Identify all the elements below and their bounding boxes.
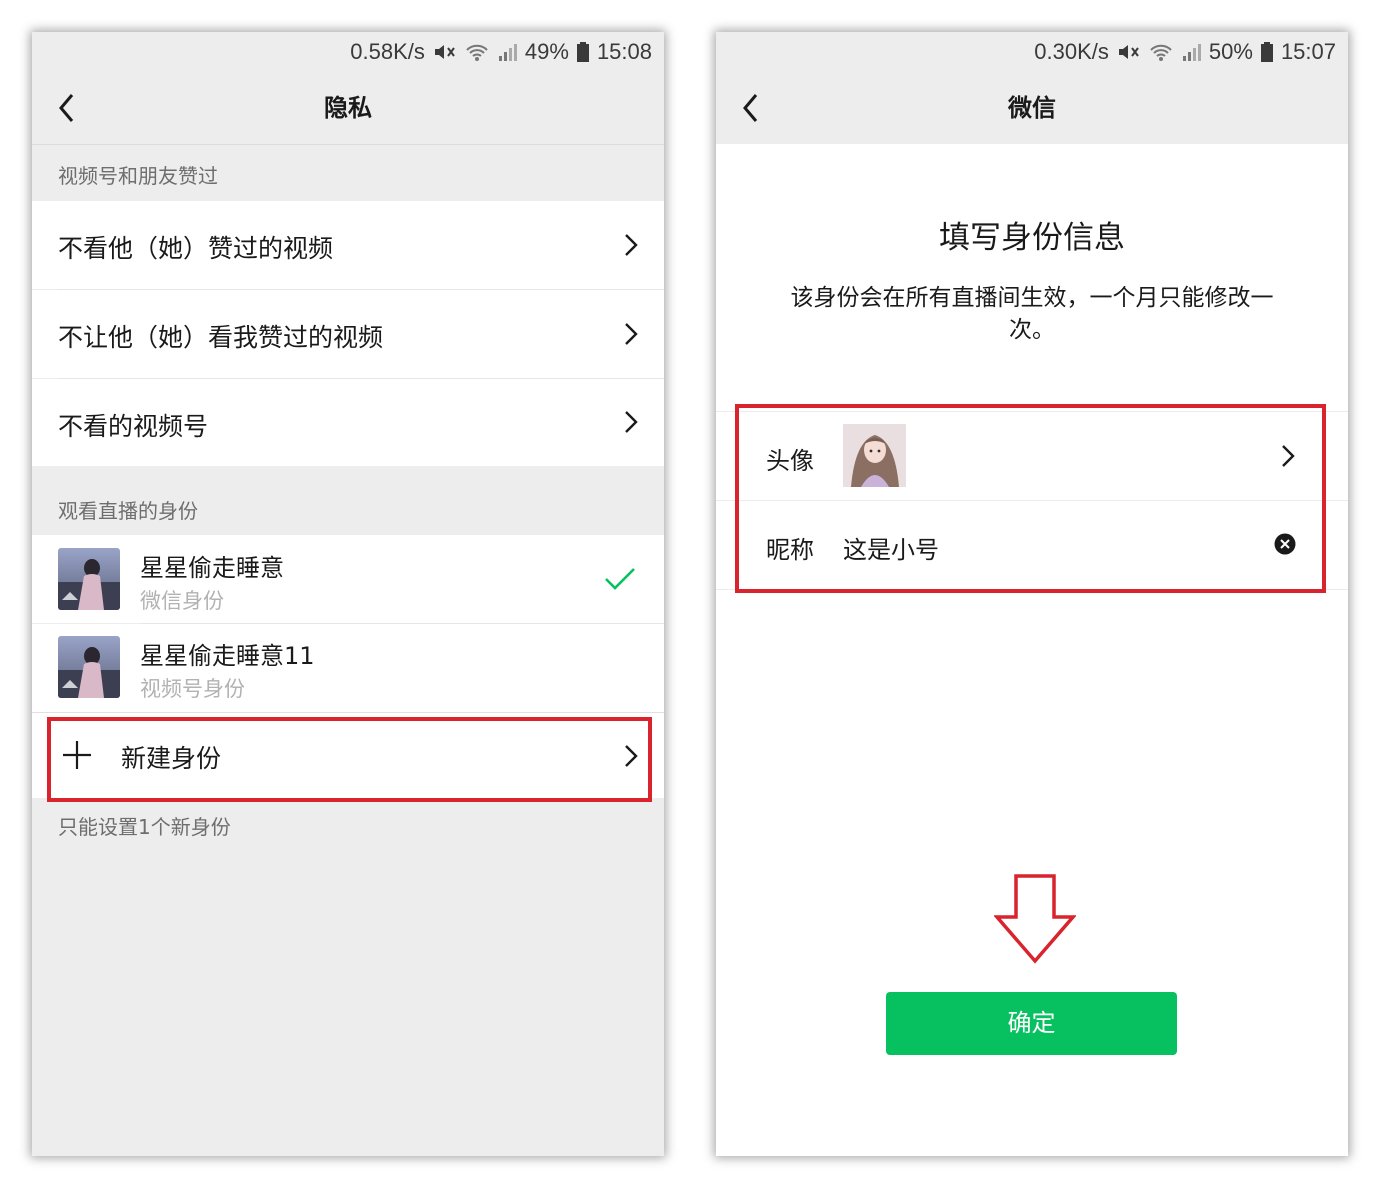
new-identity-button[interactable]: 新建身份: [32, 713, 664, 798]
identity-name: 星星偷走睡意11: [140, 642, 315, 670]
identity-form-screen: 0.30K/s 50% 15:07 微信 填写身份信息 该身份会在所有直播间生效…: [716, 32, 1348, 1156]
nav-bar: 隐私: [32, 72, 664, 145]
avatar-label: 头像: [766, 447, 814, 475]
mute-icon: [433, 42, 457, 62]
wifi-icon: [465, 42, 489, 62]
list-item-block-my-likes[interactable]: 不让他（她）看我赞过的视频: [32, 290, 664, 378]
clock: 15:07: [1280, 39, 1336, 64]
nickname-row: 昵称 这是小号: [716, 501, 1348, 589]
avatar: [843, 424, 906, 487]
section-header: 视频号和朋友赞过: [58, 164, 218, 188]
chevron-right-icon: [1282, 445, 1295, 467]
network-speed: 0.30K/s: [1034, 39, 1109, 64]
section-header: 观看直播的身份: [58, 499, 198, 523]
avatar-row[interactable]: 头像: [716, 412, 1348, 500]
chevron-right-icon: [625, 411, 638, 433]
list-item-label: 不让他（她）看我赞过的视频: [58, 323, 384, 352]
confirm-button[interactable]: 确定: [886, 992, 1177, 1055]
identity-item[interactable]: 星星偷走睡意 微信身份: [32, 535, 664, 623]
nickname-label: 昵称: [766, 536, 814, 564]
privacy-screen: 0.58K/s 49% 15:08 隐私 视频号和朋友赞过 不看他（她）赞过的视…: [32, 32, 664, 1156]
divider: [716, 589, 1348, 590]
list-item-hide-liked-videos[interactable]: 不看他（她）赞过的视频: [32, 201, 664, 289]
list-item-hidden-channels[interactable]: 不看的视频号: [32, 379, 664, 466]
arrow-down-icon: [994, 874, 1076, 964]
battery-icon: [1260, 42, 1273, 62]
list-item-label: 不看的视频号: [58, 412, 209, 441]
back-button[interactable]: [54, 90, 78, 126]
nav-bar: 微信: [716, 72, 1348, 144]
chevron-left-icon: [743, 94, 758, 122]
chevron-left-icon: [59, 94, 74, 122]
identity-type: 微信身份: [140, 589, 224, 613]
chevron-right-icon: [625, 745, 638, 767]
clear-icon[interactable]: [1274, 533, 1296, 555]
back-button[interactable]: [738, 90, 762, 126]
identity-item[interactable]: 星星偷走睡意11 视频号身份: [32, 624, 664, 712]
mute-icon: [1117, 42, 1141, 62]
chevron-right-icon: [625, 234, 638, 256]
status-bar: 0.58K/s 49% 15:08: [32, 32, 664, 72]
new-identity-label: 新建身份: [121, 744, 222, 773]
battery-icon: [576, 42, 589, 62]
plus-icon: [63, 741, 91, 769]
footer-note: 只能设置1个新身份: [58, 815, 231, 839]
avatar: [58, 548, 120, 610]
signal-icon: [1181, 42, 1201, 62]
signal-icon: [497, 42, 517, 62]
checkmark-icon: [605, 568, 635, 590]
clock: 15:08: [596, 39, 652, 64]
wifi-icon: [1149, 42, 1173, 62]
page-title: 微信: [1008, 94, 1056, 122]
form-heading: 填写身份信息: [939, 220, 1125, 256]
status-bar: 0.30K/s 50% 15:07: [716, 32, 1348, 72]
form-description: 该身份会在所有直播间生效，一个月只能修改一次。: [790, 285, 1274, 343]
identity-name: 星星偷走睡意: [140, 554, 284, 582]
battery-percent: 49%: [524, 39, 569, 64]
identity-type: 视频号身份: [140, 677, 245, 701]
battery-percent: 50%: [1208, 39, 1253, 64]
page-title: 隐私: [324, 94, 372, 122]
avatar: [58, 636, 120, 698]
chevron-right-icon: [625, 323, 638, 345]
network-speed: 0.58K/s: [350, 39, 425, 64]
list-item-label: 不看他（她）赞过的视频: [58, 234, 334, 263]
nickname-field[interactable]: 这是小号: [843, 530, 939, 565]
